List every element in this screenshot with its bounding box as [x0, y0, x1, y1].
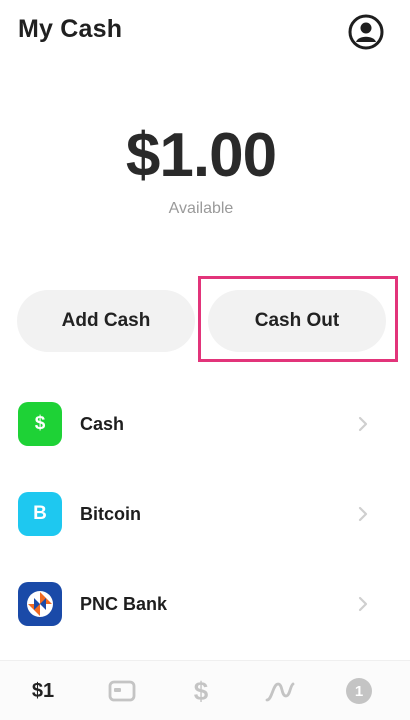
- add-cash-button[interactable]: Add Cash: [17, 290, 195, 352]
- chevron-right-icon: [358, 596, 368, 612]
- nav-tab-activity[interactable]: 1: [329, 661, 389, 720]
- card-icon: [108, 680, 136, 702]
- page-title: My Cash: [18, 15, 123, 43]
- activity-badge: 1: [346, 678, 372, 704]
- pnc-logo-mark: [27, 591, 53, 617]
- account-row-cash[interactable]: $ Cash: [0, 392, 402, 456]
- bottom-nav: $1 $ 1: [0, 660, 410, 720]
- balance-available-label: Available: [168, 200, 234, 217]
- nav-tab-pay[interactable]: $: [171, 661, 231, 720]
- bitcoin-icon: B: [18, 492, 62, 536]
- account-label-bitcoin: Bitcoin: [80, 504, 141, 524]
- activity-line-icon: [265, 682, 295, 702]
- profile-button[interactable]: [346, 12, 386, 52]
- nav-tab-investing[interactable]: [250, 661, 310, 720]
- cash-dollar-icon: $: [18, 402, 62, 446]
- balance-amount: $1.00: [125, 121, 277, 190]
- nav-tab-balance[interactable]: $1: [13, 661, 73, 720]
- cash-out-button[interactable]: Cash Out: [208, 290, 386, 352]
- nav-tab-card[interactable]: [92, 661, 152, 720]
- chevron-right-icon: [358, 506, 368, 522]
- profile-icon: [348, 14, 384, 50]
- dollar-icon: $: [193, 675, 209, 706]
- account-label-cash: Cash: [80, 414, 125, 434]
- my-cash-screen: My Cash $1.00 Available Add Cash Cash Ou…: [0, 0, 410, 720]
- account-label-pnc-bank: PNC Bank: [80, 594, 168, 614]
- account-row-bitcoin[interactable]: B Bitcoin: [0, 482, 402, 546]
- nav-balance-label: $1: [31, 679, 55, 702]
- account-row-pnc-bank[interactable]: PNC Bank: [0, 572, 402, 636]
- pnc-bank-logo-icon: [18, 582, 62, 626]
- chevron-right-icon: [358, 416, 368, 432]
